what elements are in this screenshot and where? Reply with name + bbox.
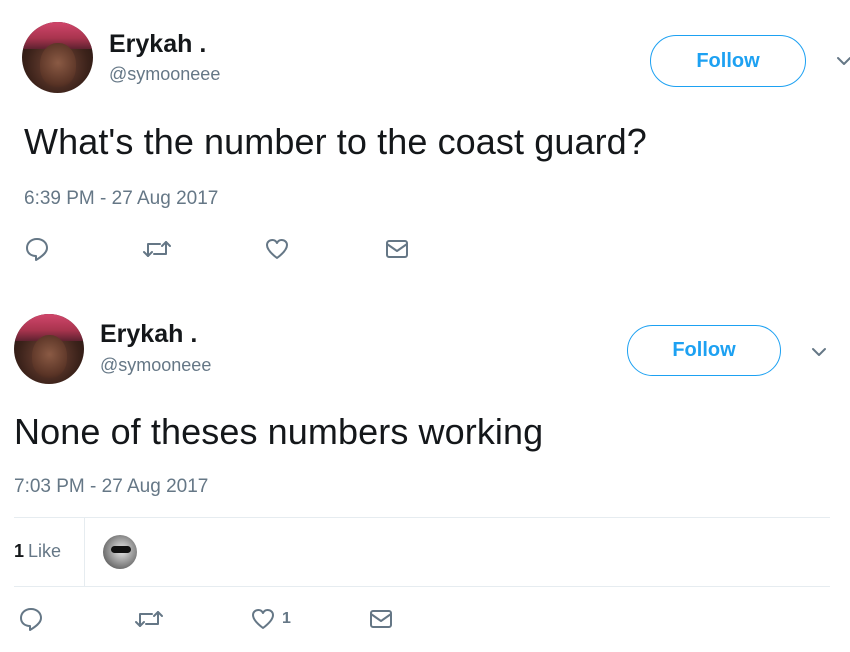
avatar[interactable] (14, 314, 84, 384)
likes-count: 1 (14, 541, 25, 561)
divider (14, 586, 830, 587)
divider (84, 518, 85, 586)
retweet-button[interactable] (134, 606, 164, 632)
like-count: 1 (282, 610, 291, 627)
user-handle[interactable]: @symooneee (100, 355, 211, 376)
tweet-actions (24, 236, 444, 264)
reply-icon (20, 608, 42, 631)
display-name[interactable]: Erykah . (100, 320, 197, 349)
retweet-icon (135, 611, 163, 627)
tweet: Erykah . @symooneee Follow What's the nu… (0, 0, 850, 290)
follow-button[interactable]: Follow (650, 35, 806, 87)
reply-icon (26, 238, 48, 261)
tweet-actions: 1 (18, 606, 438, 634)
chevron-down-icon[interactable] (835, 52, 850, 70)
tweet-text: None of theses numbers working (14, 411, 544, 452)
likes-label: Like (28, 541, 62, 561)
like-button[interactable]: 1 (250, 606, 291, 632)
chevron-down-icon[interactable] (810, 343, 828, 361)
divider (14, 517, 830, 518)
retweet-button[interactable] (142, 236, 172, 262)
direct-message-icon (370, 610, 392, 628)
tweet-text: What's the number to the coast guard? (24, 121, 647, 162)
direct-message-button[interactable] (384, 236, 410, 262)
timestamp[interactable]: 6:39 PM - 27 Aug 2017 (24, 188, 218, 210)
tweet: Erykah . @symooneee Follow None of these… (0, 300, 850, 652)
heart-icon (266, 239, 288, 259)
reply-button[interactable] (24, 236, 50, 262)
like-button[interactable] (264, 236, 290, 262)
retweet-icon (143, 241, 171, 257)
liker-avatar[interactable] (103, 535, 137, 569)
follow-button[interactable]: Follow (627, 325, 781, 376)
display-name[interactable]: Erykah . (109, 30, 206, 59)
reply-button[interactable] (18, 606, 44, 632)
timestamp[interactable]: 7:03 PM - 27 Aug 2017 (14, 476, 208, 498)
direct-message-button[interactable] (368, 606, 394, 632)
user-handle[interactable]: @symooneee (109, 64, 220, 85)
likes-summary[interactable]: 1 Like (14, 541, 61, 562)
avatar[interactable] (22, 22, 93, 93)
direct-message-icon (386, 240, 408, 258)
heart-icon (252, 609, 274, 629)
